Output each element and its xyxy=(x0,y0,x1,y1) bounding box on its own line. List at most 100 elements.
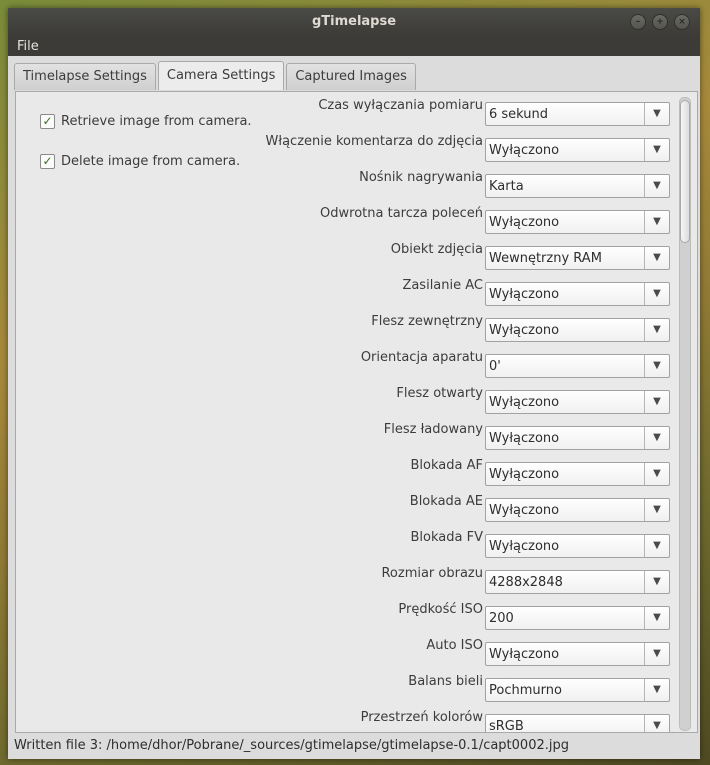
setting-row: Rozmiar obrazu 4288x2848 ▼ xyxy=(16,565,676,601)
setting-label: Auto ISO xyxy=(426,638,483,653)
setting-row: Balans bieli Pochmurno ▼ xyxy=(16,673,676,709)
tab-bar: Timelapse Settings Camera Settings Capture… xyxy=(14,61,418,90)
chevron-down-icon[interactable]: ▼ xyxy=(644,283,669,305)
setting-row: Odwrotna tarcza poleceń Wyłączono ▼ xyxy=(16,205,676,241)
setting-row: Orientacja aparatu 0' ▼ xyxy=(16,349,676,385)
setting-label: Balans bieli xyxy=(408,674,483,689)
setting-label: Blokada FV xyxy=(410,530,483,545)
camera-settings-panel: ✓ Retrieve image from camera. ✓ Delete i… xyxy=(15,91,698,733)
chevron-down-icon[interactable]: ▼ xyxy=(644,211,669,233)
setting-dropdown[interactable]: Pochmurno ▼ xyxy=(485,678,670,702)
setting-dropdown[interactable]: Wyłączono ▼ xyxy=(485,138,670,162)
setting-dropdown[interactable]: 200 ▼ xyxy=(485,606,670,630)
close-icon[interactable]: × xyxy=(674,14,690,30)
tab-camera-settings[interactable]: Camera Settings xyxy=(157,61,285,90)
chevron-down-icon[interactable]: ▼ xyxy=(644,355,669,377)
setting-label: Orientacja aparatu xyxy=(360,350,483,365)
dropdown-value: Wyłączono xyxy=(489,143,560,158)
chevron-down-icon[interactable]: ▼ xyxy=(644,427,669,449)
dropdown-value: Wyłączono xyxy=(489,467,560,482)
dropdown-value: Wyłączono xyxy=(489,323,560,338)
chevron-down-icon[interactable]: ▼ xyxy=(644,391,669,413)
setting-row: Flesz ładowany Wyłączono ▼ xyxy=(16,421,676,457)
chevron-down-icon[interactable]: ▼ xyxy=(644,139,669,161)
setting-dropdown[interactable]: 4288x2848 ▼ xyxy=(485,570,670,594)
setting-dropdown[interactable]: Wyłączono ▼ xyxy=(485,210,670,234)
setting-row: Włączenie komentarza do zdjęcia Wyłączono… xyxy=(16,133,676,169)
dropdown-value: 6 sekund xyxy=(489,107,549,122)
minimize-icon[interactable]: – xyxy=(630,14,646,30)
dropdown-value: sRGB xyxy=(489,719,524,733)
title-bar[interactable]: gTimelapse – + × xyxy=(8,8,700,36)
setting-row: Obiekt zdjęcia Wewnętrzny RAM ▼ xyxy=(16,241,676,277)
status-text: Written file 3: /home/dhor/Pobrane/_sour… xyxy=(14,738,569,753)
chevron-down-icon[interactable]: ▼ xyxy=(644,175,669,197)
chevron-down-icon[interactable]: ▼ xyxy=(644,607,669,629)
dropdown-value: Wyłączono xyxy=(489,215,560,230)
setting-dropdown[interactable]: Wyłączono ▼ xyxy=(485,426,670,450)
setting-dropdown[interactable]: Wyłączono ▼ xyxy=(485,642,670,666)
setting-dropdown[interactable]: sRGB ▼ xyxy=(485,714,670,733)
setting-row: Auto ISO Wyłączono ▼ xyxy=(16,637,676,673)
setting-dropdown[interactable]: Wyłączono ▼ xyxy=(485,534,670,558)
chevron-down-icon[interactable]: ▼ xyxy=(644,679,669,701)
setting-dropdown[interactable]: Wyłączono ▼ xyxy=(485,390,670,414)
dropdown-value: Wyłączono xyxy=(489,647,560,662)
chevron-down-icon[interactable]: ▼ xyxy=(644,571,669,593)
dropdown-value: Wyłączono xyxy=(489,539,560,554)
setting-label: Flesz ładowany xyxy=(383,422,483,437)
setting-label: Blokada AF xyxy=(410,458,483,473)
dropdown-value: Karta xyxy=(489,179,524,194)
dropdown-value: Wyłączono xyxy=(489,503,560,518)
chevron-down-icon[interactable]: ▼ xyxy=(644,499,669,521)
chevron-down-icon[interactable]: ▼ xyxy=(644,643,669,665)
dropdown-value: Pochmurno xyxy=(489,683,562,698)
setting-dropdown[interactable]: Wyłączono ▼ xyxy=(485,318,670,342)
setting-row: Flesz otwarty Wyłączono ▼ xyxy=(16,385,676,421)
tab-captured-images[interactable]: Captured Images xyxy=(286,63,416,90)
vertical-scrollbar[interactable] xyxy=(679,97,691,731)
chevron-down-icon[interactable]: ▼ xyxy=(644,463,669,485)
setting-label: Flesz zewnętrzny xyxy=(371,314,483,329)
setting-label: Flesz otwarty xyxy=(396,386,483,401)
chevron-down-icon[interactable]: ▼ xyxy=(644,247,669,269)
setting-label: Czas wyłączania pomiaru xyxy=(318,98,483,113)
setting-row: Blokada AF Wyłączono ▼ xyxy=(16,457,676,493)
setting-label: Przestrzeń kolorów xyxy=(360,710,483,725)
dropdown-value: Wyłączono xyxy=(489,431,560,446)
setting-dropdown[interactable]: 6 sekund ▼ xyxy=(485,102,670,126)
chevron-down-icon[interactable]: ▼ xyxy=(644,319,669,341)
setting-label: Obiekt zdjęcia xyxy=(390,242,483,257)
dropdown-value: Wewnętrzny RAM xyxy=(489,251,602,266)
app-window: gTimelapse – + × File Timelapse Settings… xyxy=(8,8,700,759)
menu-bar: File xyxy=(8,36,700,56)
setting-label: Włączenie komentarza do zdjęcia xyxy=(265,134,483,149)
scrollbar-thumb[interactable] xyxy=(680,100,690,243)
setting-dropdown[interactable]: Wyłączono ▼ xyxy=(485,282,670,306)
maximize-icon[interactable]: + xyxy=(652,14,668,30)
setting-dropdown[interactable]: Wyłączono ▼ xyxy=(485,498,670,522)
setting-dropdown[interactable]: 0' ▼ xyxy=(485,354,670,378)
setting-row: Czas wyłączania pomiaru 6 sekund ▼ xyxy=(16,97,676,133)
status-bar: Written file 3: /home/dhor/Pobrane/_sour… xyxy=(8,733,700,759)
setting-label: Odwrotna tarcza poleceń xyxy=(320,206,483,221)
chevron-down-icon[interactable]: ▼ xyxy=(644,715,669,732)
setting-dropdown[interactable]: Wyłączono ▼ xyxy=(485,462,670,486)
tab-timelapse-settings[interactable]: Timelapse Settings xyxy=(14,63,156,90)
setting-dropdown[interactable]: Wewnętrzny RAM ▼ xyxy=(485,246,670,270)
dropdown-value: 200 xyxy=(489,611,514,626)
chevron-down-icon[interactable]: ▼ xyxy=(644,103,669,125)
setting-dropdown[interactable]: Karta ▼ xyxy=(485,174,670,198)
setting-row: Prędkość ISO 200 ▼ xyxy=(16,601,676,637)
window-title: gTimelapse xyxy=(311,14,397,29)
setting-label: Nośnik nagrywania xyxy=(359,170,483,185)
setting-row: Przestrzeń kolorów sRGB ▼ xyxy=(16,709,676,733)
setting-label: Blokada AE xyxy=(409,494,483,509)
dropdown-value: 0' xyxy=(489,359,501,374)
setting-row: Zasilanie AC Wyłączono ▼ xyxy=(16,277,676,313)
setting-label: Rozmiar obrazu xyxy=(381,566,483,581)
setting-label: Prędkość ISO xyxy=(398,602,483,617)
chevron-down-icon[interactable]: ▼ xyxy=(644,535,669,557)
menu-file[interactable]: File xyxy=(8,39,48,54)
dropdown-value: Wyłączono xyxy=(489,395,560,410)
